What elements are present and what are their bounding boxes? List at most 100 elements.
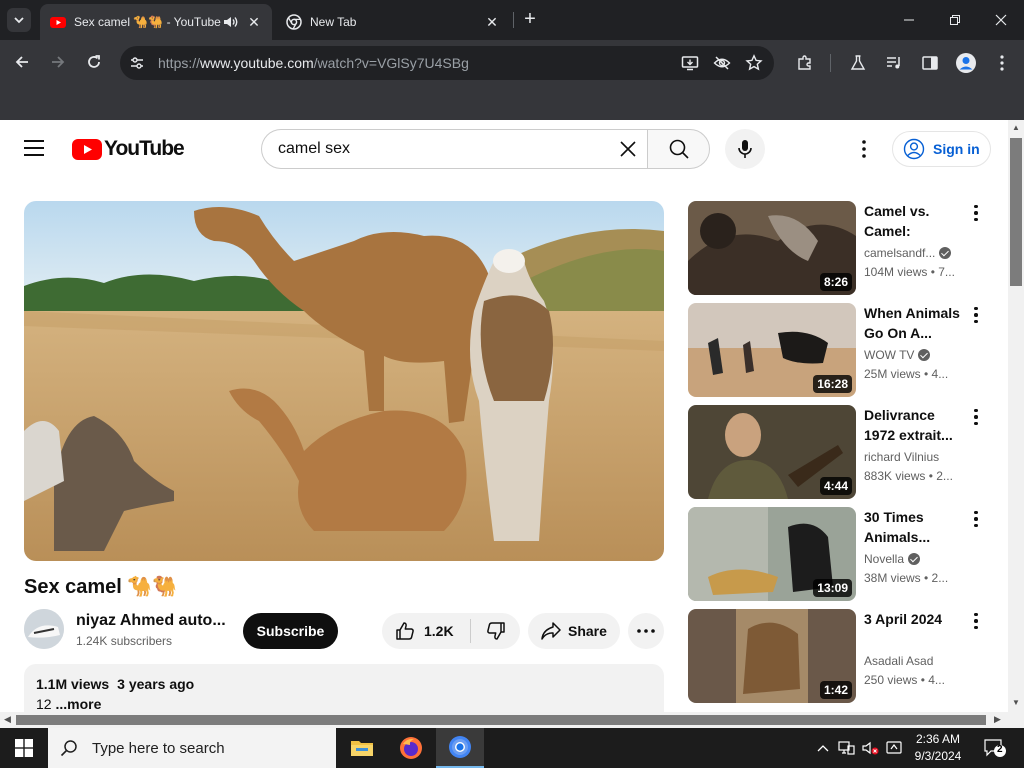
video-player[interactable]	[24, 201, 664, 561]
site-info-icon[interactable]	[126, 52, 148, 74]
browser-menu-icon[interactable]	[991, 52, 1013, 74]
restore-button[interactable]	[932, 0, 978, 40]
install-app-icon[interactable]	[679, 52, 701, 74]
horizontal-scrollbar[interactable]: ◀ ▶	[0, 712, 1024, 728]
notifications-button[interactable]: 2	[983, 738, 1007, 758]
clock-date: 9/3/2024	[914, 749, 962, 763]
input-method-icon[interactable]	[884, 738, 904, 758]
sign-in-button[interactable]: Sign in	[892, 131, 991, 167]
reload-icon	[88, 55, 100, 68]
search-input[interactable]: camel sex	[261, 129, 647, 169]
more-options-icon[interactable]	[970, 509, 982, 529]
start-button[interactable]	[0, 728, 48, 768]
share-button[interactable]: Share	[528, 613, 620, 649]
back-button[interactable]	[8, 48, 36, 76]
hamburger-menu-icon[interactable]	[24, 140, 48, 158]
extensions-icon[interactable]	[794, 52, 816, 74]
minimize-button[interactable]	[886, 0, 932, 40]
bookmark-star-icon[interactable]	[743, 52, 765, 74]
more-options-icon[interactable]	[970, 203, 982, 223]
scroll-down-icon[interactable]: ▼	[1012, 698, 1020, 707]
media-controls-icon[interactable]	[883, 52, 905, 74]
more-options-icon[interactable]	[970, 305, 982, 325]
vertical-scrollbar[interactable]: ▲ ▼	[1008, 120, 1024, 712]
scroll-up-icon[interactable]: ▲	[1012, 123, 1020, 132]
video-thumbnail[interactable]: 4:44	[688, 405, 856, 499]
recommended-channel: richard Vilnius	[864, 450, 939, 464]
youtube-logo[interactable]: YouTube	[72, 137, 185, 161]
new-tab-button[interactable]: +	[520, 8, 540, 32]
youtube-wordmark: YouTube	[104, 137, 185, 160]
verified-check-icon	[908, 553, 921, 565]
side-panel-icon[interactable]	[919, 52, 941, 74]
more-actions-button[interactable]	[628, 613, 664, 649]
chrome-app[interactable]	[436, 728, 484, 768]
video-thumbnail[interactable]: 1:42	[688, 609, 856, 703]
browser-toolbar: https://www.youtube.com/watch?v=VGlSy7U4…	[0, 40, 1024, 86]
recommended-title[interactable]: When Animals Go On A...	[864, 303, 964, 343]
close-window-button[interactable]	[978, 0, 1024, 40]
dislike-button[interactable]	[471, 620, 520, 642]
taskbar-search-placeholder: Type here to search	[92, 739, 225, 757]
tab-youtube[interactable]: Sex camel 🐪🐫 - YouTube ✕	[40, 4, 272, 40]
recommended-title[interactable]: 30 Times Animals...	[864, 507, 964, 547]
file-explorer-app[interactable]	[338, 728, 386, 768]
recommended-video[interactable]: 16:28 When Animals Go On A... WOW TV 25M…	[688, 303, 998, 397]
scrollbar-thumb[interactable]	[16, 715, 986, 725]
recommended-video[interactable]: 8:26 Camel vs. Camel: Anima... camelsand…	[688, 201, 998, 295]
channel-name[interactable]: niyaz Ahmed auto...	[76, 612, 226, 630]
eye-off-icon[interactable]	[711, 52, 733, 74]
labs-flask-icon[interactable]	[847, 52, 869, 74]
recommended-video[interactable]: 4:44 Delivrance 1972 extrait... richard …	[688, 405, 998, 499]
video-frame-image	[24, 201, 664, 561]
tab-search-button[interactable]	[7, 8, 31, 32]
scroll-right-icon[interactable]: ▶	[994, 714, 1001, 725]
scroll-left-icon[interactable]: ◀	[4, 714, 11, 725]
video-thumbnail[interactable]: 16:28	[688, 303, 856, 397]
description-snippet: 12 ...more	[36, 696, 652, 712]
close-tab-icon[interactable]: ✕	[246, 14, 262, 31]
profile-avatar-icon[interactable]	[955, 52, 977, 74]
restore-icon	[950, 15, 960, 25]
recommended-stats: 883K views • 2...	[864, 469, 953, 483]
like-button[interactable]: 1.2K	[382, 613, 470, 649]
taskbar-search-box[interactable]: Type here to search	[48, 728, 336, 768]
tab-divider	[513, 12, 514, 28]
voice-search-button[interactable]	[725, 129, 765, 169]
thumbs-up-icon	[396, 622, 414, 640]
recommended-title[interactable]: Delivrance 1972 extrait...	[864, 405, 964, 445]
channel-avatar[interactable]	[24, 609, 64, 649]
folder-icon	[351, 741, 373, 756]
recommended-stats: 250 views • 4...	[864, 673, 945, 687]
more-options-icon[interactable]	[970, 611, 982, 631]
recommended-video[interactable]: 1:42 3 April 2024 Asadali Asad 250 views…	[688, 609, 998, 703]
video-meta: 1.1M views 3 years ago	[36, 676, 652, 692]
clear-search-button[interactable]	[614, 135, 642, 163]
subscribe-button[interactable]: Subscribe	[243, 613, 338, 649]
close-tab-icon[interactable]: ✕	[484, 14, 500, 31]
system-clock[interactable]: 2:36 AM 9/3/2024	[908, 731, 968, 765]
more-options-icon[interactable]	[970, 407, 982, 427]
forward-button[interactable]	[44, 48, 72, 76]
network-icon[interactable]	[836, 738, 856, 758]
reload-button[interactable]	[80, 48, 108, 76]
speaker-icon[interactable]	[222, 14, 240, 30]
video-thumbnail[interactable]: 8:26	[688, 201, 856, 295]
video-duration: 1:42	[819, 681, 852, 699]
chrome-icon	[449, 736, 471, 758]
recommended-title[interactable]: Camel vs. Camel: Anima...	[864, 201, 964, 241]
recommended-video[interactable]: 13:09 30 Times Animals... Novella 38M vi…	[688, 507, 998, 601]
show-hidden-icons-chevron-up-icon[interactable]	[813, 738, 833, 758]
recommended-title[interactable]: 3 April 2024	[864, 609, 964, 629]
scrollbar-thumb[interactable]	[1010, 138, 1022, 286]
video-thumbnail[interactable]: 13:09	[688, 507, 856, 601]
description-box[interactable]: 1.1M views 3 years ago 12 ...more	[24, 664, 664, 712]
tab-new-tab[interactable]: New Tab ✕	[276, 4, 510, 40]
settings-more-icon[interactable]	[852, 137, 876, 161]
search-button[interactable]	[647, 129, 710, 169]
volume-muted-icon[interactable]	[860, 738, 880, 758]
show-more-link[interactable]: ...more	[55, 696, 101, 712]
firefox-app[interactable]	[387, 728, 435, 768]
tab-title: New Tab	[310, 15, 357, 29]
address-bar[interactable]: https://www.youtube.com/watch?v=VGlSy7U4…	[120, 46, 774, 80]
